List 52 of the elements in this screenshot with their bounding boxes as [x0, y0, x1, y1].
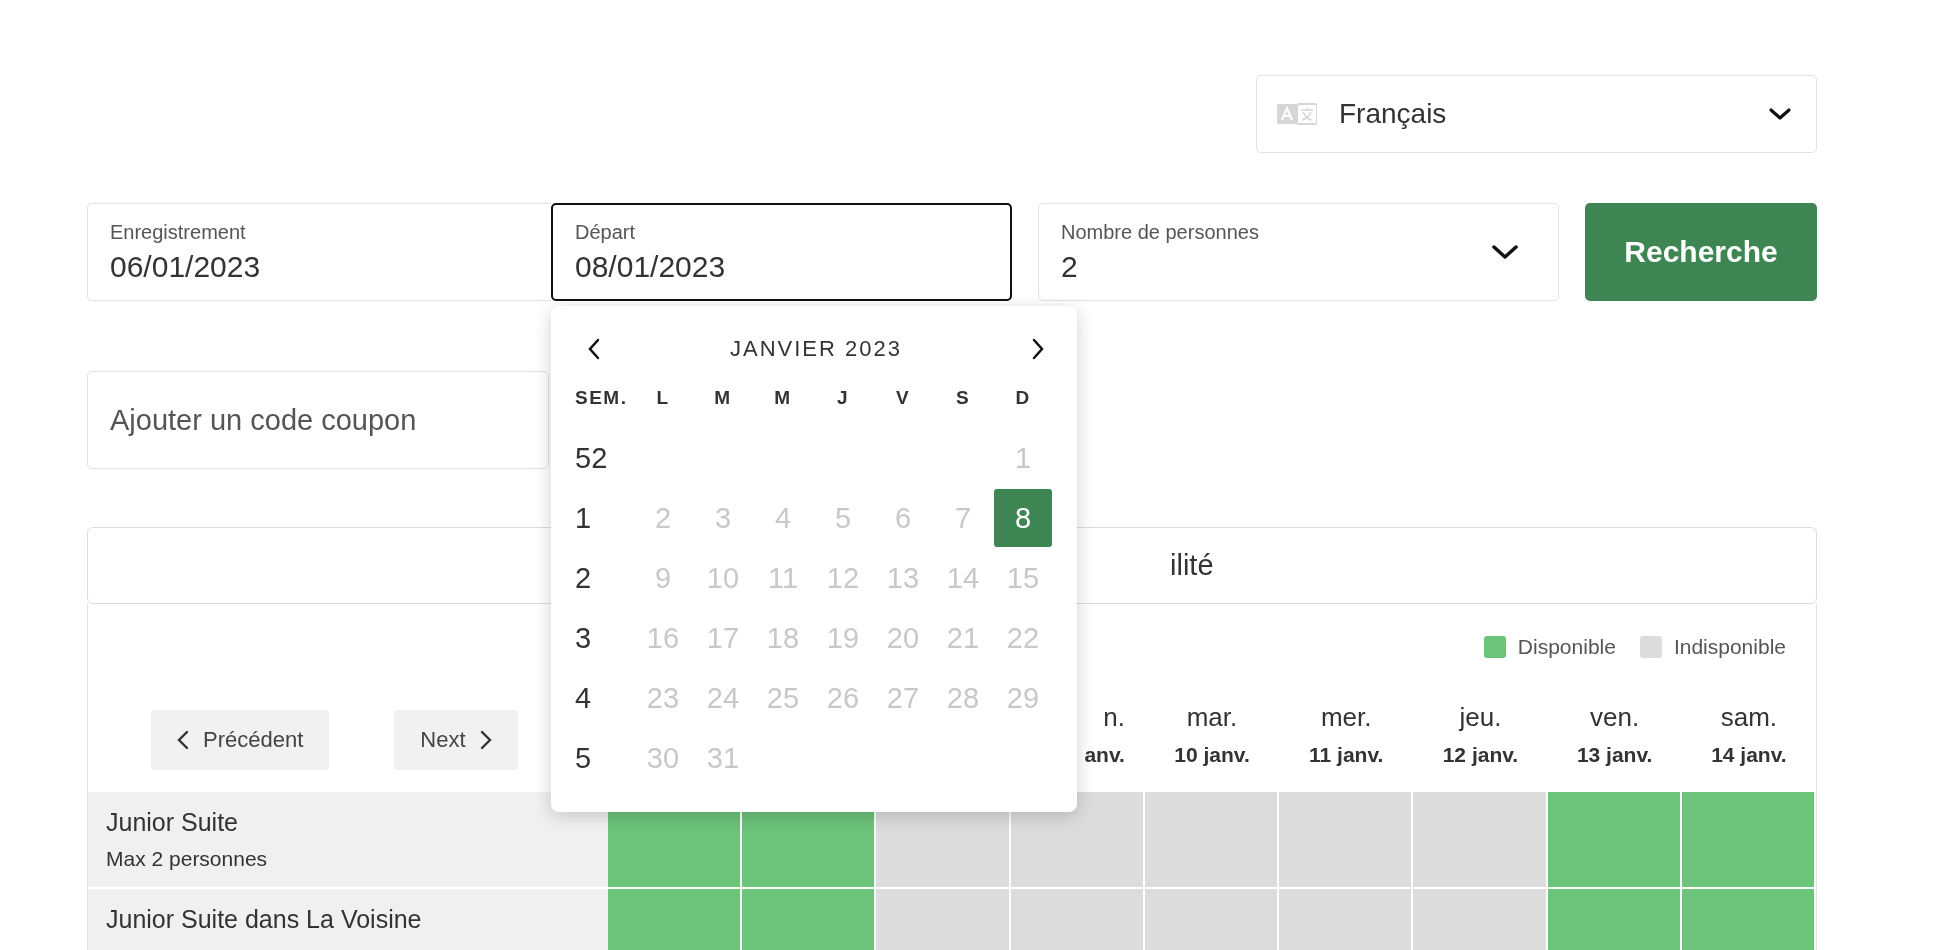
unavailable-cell[interactable]	[1144, 792, 1280, 889]
day-header-weekday: jeu.	[1459, 702, 1502, 733]
weekday-header: V	[894, 387, 912, 409]
day-header-weekday: n.	[1103, 702, 1125, 733]
weekday-header: M	[773, 387, 793, 409]
day-header-date: 13 janv.	[1576, 743, 1653, 767]
unavailable-cell[interactable]	[1279, 792, 1414, 889]
weekday-header: S	[954, 387, 972, 409]
room-name: Junior Suite dans La Voisine	[106, 905, 423, 934]
checkin-date-field[interactable]: Enregistrement 06/01/2023	[87, 203, 551, 301]
unavailable-cell[interactable]	[1413, 792, 1548, 889]
week-number: 5	[575, 741, 593, 775]
chevron-right-icon	[479, 730, 492, 750]
week-number: 2	[575, 561, 593, 595]
legend-label: Indisponible	[1673, 635, 1786, 659]
translate-icon	[1277, 102, 1317, 126]
day-header-date: anv.	[1084, 743, 1125, 767]
chevron-left-icon	[177, 730, 189, 750]
guests-select[interactable]: Nombre de personnes 2	[1038, 203, 1559, 301]
previous-button[interactable]: Précédent	[151, 710, 330, 770]
room-name: Junior Suite	[106, 808, 240, 837]
checkout-date-field[interactable]: Départ 08/01/2023	[551, 203, 1012, 301]
coupon-field[interactable]: Ajouter un code coupon	[87, 371, 549, 469]
day-header-weekday: sam.	[1720, 702, 1778, 733]
search-button[interactable]: Recherche	[1585, 203, 1817, 301]
month-title: JANVIER 2023	[730, 336, 902, 362]
day-header-date: 14 janv.	[1711, 743, 1787, 767]
available-cell[interactable]	[1547, 792, 1682, 889]
weekday-header: M	[713, 387, 733, 409]
legend-label: Disponible	[1517, 635, 1616, 659]
week-number: 4	[575, 681, 593, 715]
chevron-down-icon	[1490, 242, 1520, 262]
day-header-weekday: ven.	[1590, 702, 1640, 733]
day-header-weekday: mar.	[1186, 702, 1238, 733]
week-number: 52	[575, 441, 609, 475]
chevron-left-icon[interactable]	[587, 338, 601, 360]
next-button[interactable]: Next	[394, 710, 518, 770]
day-header-weekday: mer.	[1320, 702, 1372, 733]
weekday-header: L	[655, 387, 671, 409]
room-capacity: Max 2 personnes	[106, 847, 269, 871]
language-select[interactable]: Français	[1256, 75, 1817, 153]
weekday-header: J	[835, 387, 851, 409]
week-number: 3	[575, 621, 593, 655]
day-header-date: 12 janv.	[1442, 743, 1519, 767]
chevron-down-icon	[1768, 106, 1792, 122]
day-header-date: 10 janv.	[1174, 743, 1250, 767]
weekday-header: D	[1014, 387, 1032, 409]
available-cell[interactable]	[1681, 792, 1816, 889]
day-header-date: 11 janv.	[1309, 743, 1384, 767]
chevron-right-icon[interactable]	[1031, 338, 1045, 360]
week-column-header: SEM.	[575, 387, 629, 409]
selected-day[interactable]: 8	[994, 489, 1052, 547]
